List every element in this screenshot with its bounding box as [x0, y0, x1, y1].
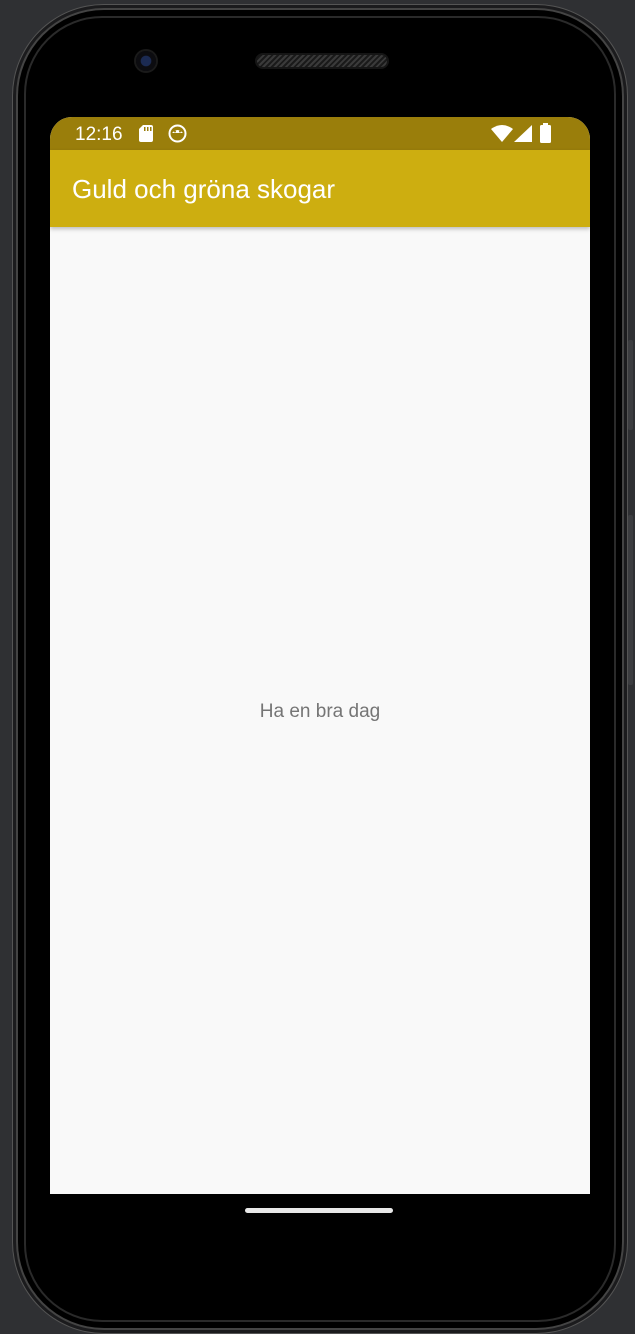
wifi-icon — [491, 125, 513, 147]
signal-icon — [514, 125, 532, 147]
sd-card-icon — [139, 125, 153, 147]
volume-button — [628, 340, 633, 430]
power-button — [628, 515, 633, 685]
home-gesture-handle[interactable] — [245, 1208, 393, 1213]
status-time: 12:16 — [75, 124, 123, 145]
app-title: Guld och gröna skogar — [72, 174, 336, 204]
battery-icon — [540, 123, 551, 148]
front-camera — [136, 51, 156, 71]
earpiece-speaker — [257, 55, 387, 67]
app-bar: Guld och gröna skogar — [50, 150, 590, 227]
status-bar: 12:16 — [50, 117, 590, 150]
greeting-text: Ha en bra dag — [259, 701, 381, 722]
gesture-nav-area[interactable] — [50, 1194, 590, 1234]
android-debug-icon — [168, 124, 187, 148]
device-screen: 12:16 Guld och gröna skogar Ha en bra da… — [50, 117, 590, 1194]
main-content: Ha en bra dag — [50, 227, 590, 1194]
